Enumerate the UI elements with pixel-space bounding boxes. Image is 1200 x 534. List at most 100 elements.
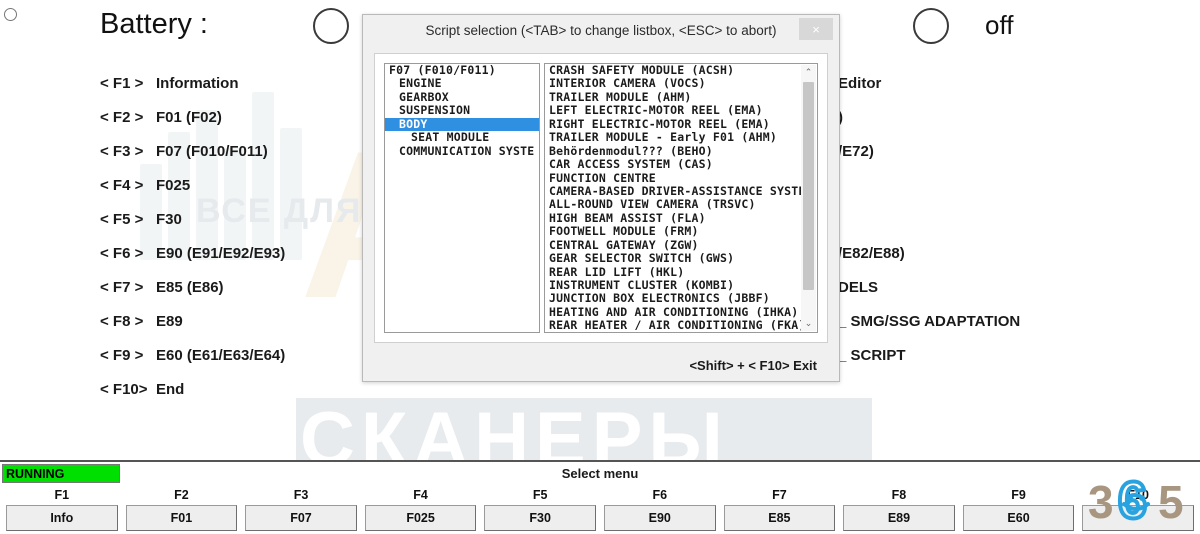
list-item[interactable]: INTERIOR CAMERA (VOCS): [545, 76, 817, 90]
list-item[interactable]: RIGHT ELECTRIC-MOTOR REEL (EMA): [545, 117, 817, 131]
list-item[interactable]: REAR LID LIFT (HKL): [545, 265, 817, 279]
list-item[interactable]: HIGH BEAM ASSIST (FLA): [545, 211, 817, 225]
fmenu-label: E60 (E61/E63/E64): [156, 347, 286, 364]
fmenu-label: E90 (E91/E92/E93): [156, 245, 286, 262]
list-item[interactable]: F07 (F010/F011): [385, 64, 539, 77]
list-item[interactable]: JUNCTION BOX ELECTRONICS (JBBF): [545, 291, 817, 305]
list-item[interactable]: SEAT MODULE: [385, 130, 539, 144]
list-item[interactable]: GEARBOX: [385, 90, 539, 104]
list-item[interactable]: LEFT ELECTRIC-MOTOR REEL (EMA): [545, 103, 817, 117]
list-item[interactable]: SUSPENSION: [385, 103, 539, 117]
fmenu-key: < F8 >: [100, 313, 144, 330]
fmenu-label: F01 (F02): [156, 109, 222, 126]
function-key-button-f1[interactable]: Info: [6, 505, 118, 531]
list-item[interactable]: INSTRUMENT CLUSTER (KOMBI): [545, 278, 817, 292]
fmenu-label: F30: [156, 211, 182, 228]
scroll-up-icon[interactable]: ⌃: [801, 65, 816, 80]
function-key-cell-f7: F7 E85: [723, 488, 836, 531]
right-menu-item[interactable]: [838, 176, 1198, 210]
right-menu-item[interactable]: /E82/E88): [838, 244, 1198, 278]
right-menu-item[interactable]: _ SCRIPT: [838, 346, 1198, 380]
function-key-cell-f6: F6 E90: [603, 488, 716, 531]
fmenu-item[interactable]: < F3 > F07 (F010/F011): [100, 142, 390, 176]
dialog-body: F07 (F010/F011) ENGINE GEARBOX SUSPENSIO…: [374, 53, 828, 343]
list-item[interactable]: CAMERA-BASED DRIVER-ASSISTANCE SYSTEM: [545, 184, 817, 198]
function-key-label: F7: [772, 488, 787, 502]
list-item-selected[interactable]: BODY: [385, 117, 539, 132]
list-item[interactable]: HEATING AND AIR CONDITIONING (IHKA): [545, 305, 817, 319]
function-key-button-f8[interactable]: E89: [843, 505, 955, 531]
fmenu-key: < F10>: [100, 381, 148, 398]
list-item[interactable]: CRASH SAFETY MODULE (ACSH): [545, 64, 817, 77]
module-listbox[interactable]: CRASH SAFETY MODULE (ACSH) INTERIOR CAME…: [544, 63, 818, 333]
fmenu-key: < F3 >: [100, 143, 144, 160]
list-item[interactable]: COMMUNICATION SYSTE: [385, 144, 539, 158]
fmenu-key: < F4 >: [100, 177, 144, 194]
fmenu-item[interactable]: < F10> End: [100, 380, 390, 414]
fmenu-label: F025: [156, 177, 191, 194]
fmenu-item[interactable]: < F5 > F30: [100, 210, 390, 244]
function-key-cell-f5: F5 F30: [484, 488, 596, 531]
fmenu-key: < F5 >: [100, 211, 144, 228]
function-key-cell-f4: F4 F025: [364, 488, 477, 531]
list-item[interactable]: FUNCTION CENTRE: [545, 171, 817, 185]
logo-digit-5: 5: [1158, 476, 1184, 526]
page-title: Battery :: [100, 8, 208, 40]
function-key-button-f5[interactable]: F30: [484, 505, 596, 531]
list-item[interactable]: REAR HEATER / AIR CONDITIONING (FKA): [545, 318, 817, 332]
fmenu-item[interactable]: < F7 > E85 (E86): [100, 278, 390, 312]
function-key-label: F6: [652, 488, 668, 502]
list-item[interactable]: TRAILER MODULE - Early F01 (AHM): [545, 130, 817, 144]
close-icon[interactable]: ×: [799, 18, 833, 40]
dialog-title: Script selection (<TAB> to change listbo…: [363, 15, 839, 45]
fmenu-item[interactable]: < F1 > Information: [100, 74, 390, 108]
scroll-down-icon[interactable]: ⌄: [801, 316, 816, 331]
function-key-menu: < F1 > Information < F2 > F01 (F02) < F3 >…: [100, 74, 390, 414]
scrollbar-thumb[interactable]: [803, 82, 814, 290]
fmenu-item[interactable]: < F9 > E60 (E61/E63/E64): [100, 346, 390, 380]
battery-state-label: off: [985, 10, 1014, 40]
list-item[interactable]: CAR ACCESS SYSTEM (CAS): [545, 157, 817, 171]
logo-eye-left: [1127, 495, 1133, 501]
right-menu-item[interactable]: ): [838, 108, 1198, 142]
right-menu-item[interactable]: DELS: [838, 278, 1198, 312]
function-key-cell-f8: F8 E89: [843, 488, 955, 531]
right-menu-item[interactable]: /E72): [838, 142, 1198, 176]
module-listbox-scrollbar[interactable]: ⌃ ⌄: [801, 65, 816, 331]
module-group-listbox[interactable]: F07 (F010/F011) ENGINE GEARBOX SUSPENSIO…: [384, 63, 540, 333]
list-item[interactable]: FOOTWELL MODULE (FRM): [545, 224, 817, 238]
status-circle-left: [4, 8, 17, 21]
function-key-button-f6[interactable]: E90: [603, 505, 716, 531]
right-menu-item[interactable]: [838, 210, 1198, 244]
function-key-label: F8: [891, 488, 907, 502]
list-item[interactable]: TRAILER MODULE (AHM): [545, 90, 817, 104]
right-menu-item[interactable]: _ SMG/SSG ADAPTATION: [838, 312, 1198, 346]
list-item[interactable]: CENTRAL GATEWAY (ZGW): [545, 238, 817, 252]
fmenu-item[interactable]: < F6 > E90 (E91/E92/E93): [100, 244, 390, 278]
function-key-button-f4[interactable]: F025: [364, 505, 477, 531]
right-menu-item[interactable]: Editor: [838, 74, 1198, 108]
logo-eye-right: [1139, 495, 1145, 501]
fmenu-label: Information: [156, 75, 239, 92]
fmenu-item[interactable]: < F8 > E89: [100, 312, 390, 346]
select-menu-label: Select menu: [561, 466, 639, 481]
list-item[interactable]: ALL-ROUND VIEW CAMERA (TRSVC): [545, 197, 817, 211]
script-selection-dialog: Script selection (<TAB> to change listbo…: [362, 14, 840, 382]
function-key-label: F9: [1011, 488, 1026, 502]
function-key-label: F4: [413, 488, 428, 502]
fmenu-key: < F6 >: [100, 245, 144, 262]
function-key-button-f7[interactable]: E85: [723, 505, 836, 531]
fmenu-item[interactable]: < F4 > F025: [100, 176, 390, 210]
fmenu-label: End: [156, 381, 185, 398]
function-key-button-f9[interactable]: E60: [962, 505, 1075, 531]
function-key-cell-f1: F1 Info: [6, 488, 118, 531]
fmenu-key: < F2 >: [100, 109, 144, 126]
list-item[interactable]: ENGINE: [385, 76, 539, 90]
fmenu-item[interactable]: < F2 > F01 (F02): [100, 108, 390, 142]
function-key-label: F1: [54, 488, 70, 502]
function-key-button-f3[interactable]: F07: [245, 505, 357, 531]
list-item[interactable]: GEAR SELECTOR SWITCH (GWS): [545, 251, 817, 265]
function-key-button-f2[interactable]: F01: [125, 505, 238, 531]
dialog-exit-hint: <Shift> + < F10> Exit: [689, 358, 817, 373]
list-item[interactable]: Behördenmodul??? (BEHO): [545, 144, 817, 158]
